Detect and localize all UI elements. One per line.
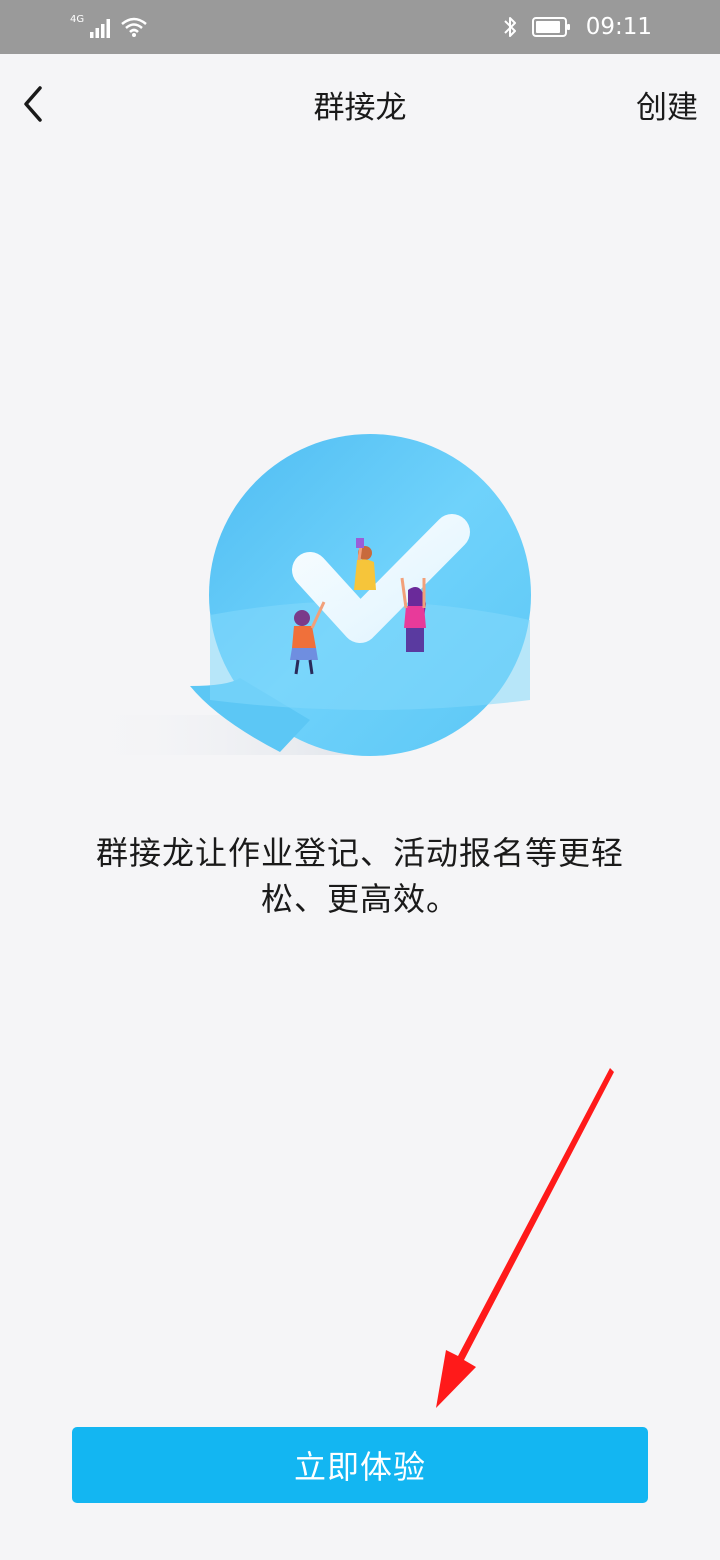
status-bar: 4G 09:11 [0, 0, 720, 54]
feature-description: 群接龙让作业登记、活动报名等更轻 松、更高效。 [60, 830, 660, 922]
create-button[interactable]: 创建 [636, 82, 698, 127]
signal-icon [90, 19, 111, 38]
nav-bar: 群接龙 创建 [0, 54, 720, 158]
red-arrow-icon [436, 1068, 614, 1408]
status-right: 09:11 [502, 10, 652, 44]
wifi-icon [121, 17, 147, 37]
hero-illustration [80, 420, 560, 770]
description-line-2: 松、更高效。 [260, 880, 459, 918]
bluetooth-icon [503, 17, 516, 37]
battery-icon [531, 17, 570, 37]
try-now-button[interactable]: 立即体验 [72, 1427, 648, 1503]
status-left: 4G [70, 12, 148, 42]
page-title: 群接龙 [313, 90, 407, 126]
speech-bubble-illustration [80, 434, 531, 756]
network-label: 4G [70, 13, 85, 25]
description-line-1: 群接龙让作业登记、活动报名等更轻 [95, 834, 624, 872]
status-time: 09:11 [585, 14, 652, 40]
